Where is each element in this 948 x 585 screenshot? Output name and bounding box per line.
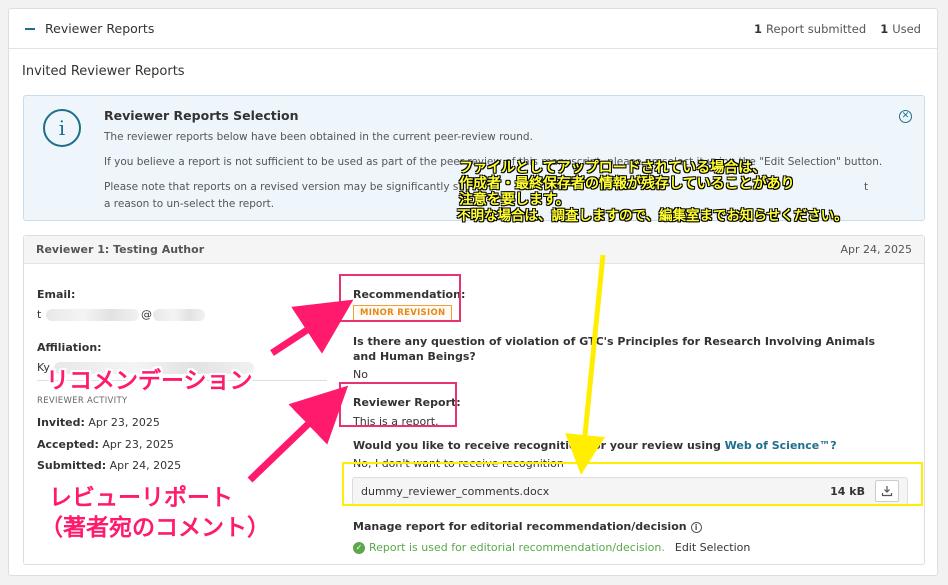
header-counts: 1 Report submitted 1 Used	[754, 22, 921, 36]
info-icon[interactable]: i	[690, 522, 702, 533]
submitted-count: 1 Report submitted	[754, 21, 867, 36]
annotation-report-line2: （著者宛のコメント）	[40, 515, 270, 541]
panel-header[interactable]: Reviewer Reports 1 Report submitted 1 Used	[9, 9, 937, 49]
email-at: @	[141, 308, 152, 321]
report-highlight	[339, 382, 457, 427]
info-paragraph-1: The reviewer reports below have been obt…	[104, 131, 533, 143]
edit-selection-button[interactable]: Edit Selection	[675, 541, 751, 554]
recognition-question: Would you like to receive recognition fo…	[353, 439, 837, 452]
panel-title: Reviewer Reports	[45, 21, 155, 36]
accepted-line: Accepted: Apr 23, 2025	[37, 438, 174, 451]
annotation-report-line1: レビューリポート	[49, 485, 233, 511]
section-title: Invited Reviewer Reports	[22, 64, 185, 79]
check-circle-icon: ✓	[353, 541, 365, 554]
email-redacted	[46, 309, 139, 321]
used-status-text: Report is used for editorial recommendat…	[369, 541, 665, 554]
file-highlight	[342, 462, 923, 506]
web-of-science-link[interactable]: Web of Science™?	[725, 439, 837, 452]
violation-question: Is there any question of violation of GT…	[353, 335, 876, 363]
email-label: Email:	[37, 288, 76, 301]
reviewer-name: Reviewer 1: Testing Author	[36, 243, 205, 256]
reviewer-card-header: Reviewer 1: Testing Author Apr 24, 2025	[24, 236, 924, 264]
submitted-line: Submitted: Apr 24, 2025	[37, 459, 182, 472]
violation-answer: No	[353, 368, 368, 381]
info-title: Reviewer Reports Selection	[104, 108, 299, 123]
close-icon[interactable]: ✕	[899, 110, 912, 123]
annotation-recommendation: リコメンデーション	[46, 368, 253, 394]
annotation-file-warning: ファイルとしてアップロードされている場合は、 作成者・最終保存者の情報が残存して…	[457, 160, 848, 224]
used-status: ✓ Report is used for editorial recommend…	[353, 541, 750, 554]
reviewer-activity-label: REVIEWER ACTIVITY	[37, 396, 128, 406]
invited-line: Invited: Apr 23, 2025	[37, 416, 160, 429]
used-count: 1 Used	[880, 21, 921, 36]
info-circle-icon: i	[43, 109, 81, 147]
email-prefix: t	[37, 308, 42, 321]
manage-report-label: Manage report for editorial recommendati…	[353, 520, 702, 533]
affiliation-label: Affiliation:	[37, 341, 102, 354]
reviewer-date: Apr 24, 2025	[840, 243, 912, 256]
recommendation-highlight	[339, 274, 461, 322]
email-domain-redacted	[153, 309, 205, 321]
collapse-minus-icon[interactable]	[25, 27, 35, 30]
